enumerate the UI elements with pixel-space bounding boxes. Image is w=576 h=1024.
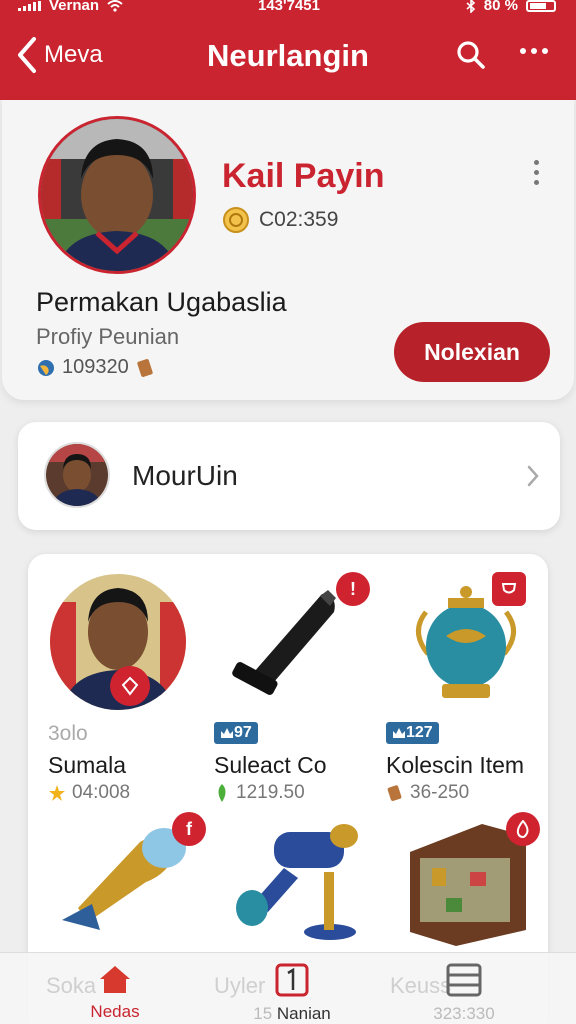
collection-item[interactable] <box>214 812 386 952</box>
crown-icon <box>221 728 233 738</box>
profile-subtitle: Profiy Peunian <box>36 324 180 349</box>
item-tag-value: 127 <box>406 724 433 741</box>
profile-heading: Permakan Ugabaslia <box>36 287 287 317</box>
nav-third[interactable]: 323:330 <box>424 963 504 1024</box>
teal-urn-image <box>416 586 516 698</box>
profile-action-button[interactable]: Nolexian <box>394 322 550 382</box>
f-badge-icon: f <box>172 812 206 846</box>
profile-card: Kail Payin C02:359 Permakan Ugabaslia Pr… <box>2 100 574 400</box>
ghost-item-meta: 15 <box>253 1004 273 1023</box>
home-icon <box>100 966 130 993</box>
item-tag-value: 97 <box>234 724 252 741</box>
battery-icon <box>526 0 556 12</box>
collection-item[interactable]: 127 Kolescin Item 36-250 <box>386 572 558 808</box>
blue-tool-image <box>236 824 358 940</box>
leaf-icon <box>218 784 226 802</box>
item-meta: 04:008 <box>48 782 130 804</box>
clock: 143'7451 <box>258 0 320 14</box>
contact-row[interactable]: MourUin <box>18 422 560 530</box>
ticket-icon <box>387 785 402 801</box>
battery-percent: 80 % <box>483 0 518 14</box>
collection-item[interactable]: f <box>48 812 220 952</box>
profile-menu-icon[interactable] <box>534 160 539 185</box>
flame-badge-icon <box>506 812 540 846</box>
star-icon <box>49 785 65 801</box>
wifi-icon <box>107 0 123 12</box>
item-tag: 127 <box>386 722 439 744</box>
contact-avatar <box>44 442 110 508</box>
bottom-nav: Soka Uyler Keuss Nedas 15 Nanian 323:330 <box>0 952 576 1024</box>
search-icon <box>457 41 485 69</box>
crown-icon <box>393 728 405 738</box>
collection-item[interactable] <box>386 812 558 952</box>
status-bar: Vernan 143'7451 80 % <box>0 0 576 18</box>
mask-badge-icon <box>492 572 526 606</box>
item-title: Kolescin Item <box>386 752 525 778</box>
contact-name: MourUin <box>132 460 238 491</box>
nav-label: 15 Nanian <box>252 1004 332 1024</box>
item-small-label: 3olo <box>48 722 88 745</box>
collection-item[interactable]: 3olo Sumala 04:008 <box>48 572 220 808</box>
alert-badge-icon: ! <box>336 572 370 606</box>
search-button[interactable] <box>456 40 486 75</box>
page-title: Neurlangin <box>207 38 369 73</box>
chevron-right-icon <box>527 465 539 487</box>
signal-icon <box>18 0 41 11</box>
stat-value: 109320 <box>62 356 129 378</box>
app-header: Vernan 143'7451 80 % Meva Neurlangin <box>0 0 576 100</box>
profile-avatar[interactable] <box>38 116 196 274</box>
item-meta: 36-250 <box>386 782 469 804</box>
nav-label-text: Nanian <box>276 1004 331 1023</box>
collection-item[interactable]: ! 97 Suleact Co 1219.50 <box>214 572 386 808</box>
ghost-item-meta: 323:330 <box>433 1004 495 1023</box>
more-options-icon[interactable] <box>520 48 548 54</box>
profile-stat: 109320 <box>36 356 157 379</box>
item-title: Sumala <box>48 752 126 778</box>
nav-home[interactable]: Nedas <box>80 963 150 1022</box>
ticket-icon <box>137 358 153 377</box>
bluetooth-icon <box>466 0 475 13</box>
shield-badge-icon <box>110 666 150 706</box>
item-tag: 97 <box>214 722 258 744</box>
item-meta: 1219.50 <box>214 782 305 804</box>
item-meta-value: 36-250 <box>410 782 470 803</box>
coin-icon <box>223 207 249 233</box>
profile-name: Kail Payin <box>222 157 385 195</box>
carrier-label: Vernan <box>49 0 100 14</box>
globe-icon <box>38 359 54 376</box>
item-title: Suleact Co <box>214 752 327 778</box>
coin-balance: C02:359 <box>222 206 338 234</box>
coin-value: C02:359 <box>259 208 339 231</box>
list-icon <box>446 963 482 997</box>
item-meta-value: 04:008 <box>72 782 131 803</box>
nav-label: Nedas <box>90 1002 140 1021</box>
one-square-icon <box>275 963 309 997</box>
item-meta-value: 1219.50 <box>236 782 305 803</box>
nav-second[interactable]: 15 Nanian <box>252 963 332 1024</box>
